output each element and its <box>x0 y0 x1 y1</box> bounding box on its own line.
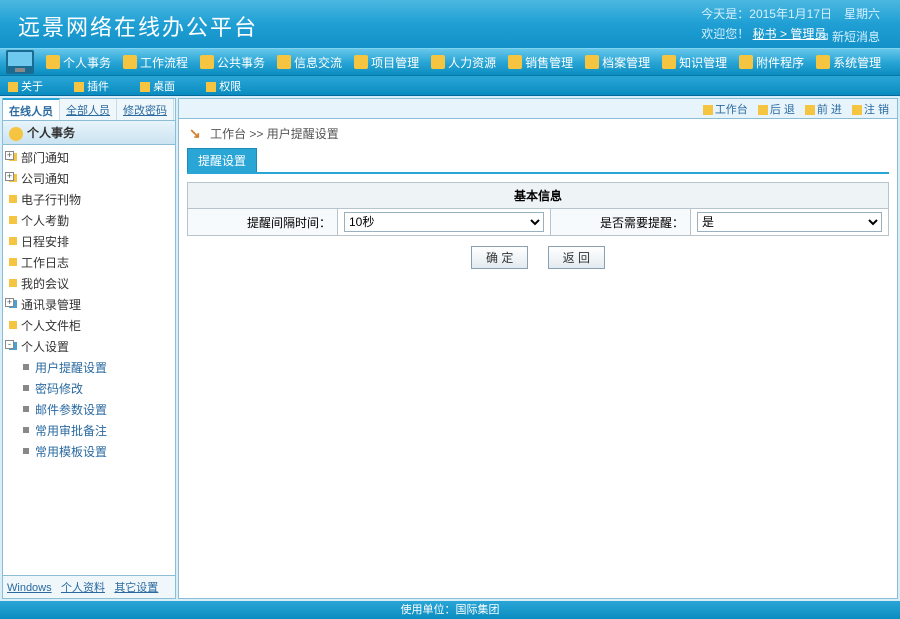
nav-icon <box>46 55 60 69</box>
nav-info[interactable]: 信息交流 <box>271 49 348 75</box>
rb-back[interactable]: 后 退 <box>758 101 795 117</box>
nav-icon <box>816 55 830 69</box>
user-role-link[interactable]: 秘书 > 管理员 <box>753 27 827 41</box>
main-panel: 工作台 后 退 前 进 注 销 ↘ 工作台 >> 用户提醒设置 提醒设置 基本信… <box>178 98 898 599</box>
sidebar-tabs: 在线人员 全部人员 修改密码 <box>3 99 175 121</box>
rb-logout[interactable]: 注 销 <box>852 101 889 117</box>
nav-system[interactable]: 系统管理 <box>810 49 887 75</box>
nav-icon <box>585 55 599 69</box>
back-button[interactable]: 返 回 <box>548 246 605 269</box>
tree-dept-notice[interactable]: +部门通知 <box>7 147 175 168</box>
table-header: 基本信息 <box>188 183 889 209</box>
home-icon <box>703 105 713 115</box>
nav-project[interactable]: 项目管理 <box>348 49 425 75</box>
header-banner: 远景网络在线办公平台 今天是：2015年1月17日 星期六 欢迎您！ 秘书 > … <box>0 0 900 48</box>
divider <box>187 172 889 174</box>
nav-attach[interactable]: 附件程序 <box>733 49 810 75</box>
back-icon <box>758 105 768 115</box>
nav-icon <box>277 55 291 69</box>
sidebar-tab-pw[interactable]: 修改密码 <box>117 99 174 120</box>
ok-button[interactable]: 确 定 <box>471 246 528 269</box>
nav-sales[interactable]: 销售管理 <box>502 49 579 75</box>
breadcrumb: ↘ 工作台 >> 用户提醒设置 <box>179 119 897 148</box>
right-toolbar: 工作台 后 退 前 进 注 销 <box>179 99 897 119</box>
tree-worklog[interactable]: 工作日志 <box>7 252 175 273</box>
sb-windows[interactable]: Windows <box>7 582 52 594</box>
tree-template-settings[interactable]: 常用模板设置 <box>7 441 175 462</box>
sidebar-tab-online[interactable]: 在线人员 <box>3 98 60 120</box>
tree-mail-params[interactable]: 邮件参数设置 <box>7 399 175 420</box>
main-nav: 个人事务 工作流程 公共事务 信息交流 项目管理 人力资源 销售管理 档案管理 … <box>0 48 900 76</box>
subbar-plugin[interactable]: 插件 <box>74 81 123 93</box>
nav-workflow[interactable]: 工作流程 <box>117 49 194 75</box>
person-icon <box>9 127 23 141</box>
tree-ezine[interactable]: 电子行刊物 <box>7 189 175 210</box>
rb-forward[interactable]: 前 进 <box>805 101 842 117</box>
sidebar: 在线人员 全部人员 修改密码 个人事务 +部门通知 +公司通知 电子行刊物 个人… <box>2 98 176 599</box>
sidebar-heading: 个人事务 <box>3 121 175 145</box>
nav-hr[interactable]: 人力资源 <box>425 49 502 75</box>
tree-company-notice[interactable]: +公司通知 <box>7 168 175 189</box>
new-message-link[interactable]: ✉ 新短消息 <box>819 28 880 45</box>
sidebar-tree: +部门通知 +公司通知 电子行刊物 个人考勤 日程安排 工作日志 我的会议 +通… <box>3 145 175 575</box>
settings-table: 基本信息 提醒间隔时间： 10秒 是否需要提醒： 是 <box>187 182 889 236</box>
tree-attendance[interactable]: 个人考勤 <box>7 210 175 231</box>
sidebar-bottom: Windows 个人资料 其它设置 <box>3 575 175 598</box>
footer: 使用单位：国际集团 <box>0 601 900 619</box>
rb-workspace[interactable]: 工作台 <box>703 101 748 117</box>
nav-knowledge[interactable]: 知识管理 <box>656 49 733 75</box>
tab-reminder-settings[interactable]: 提醒设置 <box>187 148 257 172</box>
tree-password-change[interactable]: 密码修改 <box>7 378 175 399</box>
nav-icon <box>354 55 368 69</box>
arrow-icon: ↘ <box>189 125 201 141</box>
forward-icon <box>805 105 815 115</box>
tree-meeting[interactable]: 我的会议 <box>7 273 175 294</box>
logout-icon <box>852 105 862 115</box>
need-remind-label: 是否需要提醒： <box>551 209 691 236</box>
nav-personal[interactable]: 个人事务 <box>40 49 117 75</box>
need-remind-select[interactable]: 是 <box>697 212 882 232</box>
nav-icon <box>508 55 522 69</box>
subbar-desktop[interactable]: 桌面 <box>140 81 189 93</box>
nav-icon <box>123 55 137 69</box>
nav-public[interactable]: 公共事务 <box>194 49 271 75</box>
monitor-icon <box>6 50 34 74</box>
tree-filebox[interactable]: 个人文件柜 <box>7 315 175 336</box>
tree-personal-settings[interactable]: -个人设置 <box>7 336 175 357</box>
sb-other[interactable]: 其它设置 <box>114 582 158 594</box>
nav-icon <box>431 55 445 69</box>
sb-profile[interactable]: 个人资料 <box>61 582 105 594</box>
tree-reminder-settings[interactable]: 用户提醒设置 <box>7 357 175 378</box>
sub-bar: 关于 插件 桌面 权限 <box>0 76 900 96</box>
nav-icon <box>662 55 676 69</box>
interval-select[interactable]: 10秒 <box>344 212 544 232</box>
nav-icon <box>200 55 214 69</box>
nav-archive[interactable]: 档案管理 <box>579 49 656 75</box>
subbar-perm[interactable]: 权限 <box>206 81 255 93</box>
current-date: 今天是：2015年1月17日 星期六 <box>701 5 880 23</box>
interval-label: 提醒间隔时间： <box>188 209 338 236</box>
tree-contacts[interactable]: +通讯录管理 <box>7 294 175 315</box>
nav-icon <box>739 55 753 69</box>
tree-schedule[interactable]: 日程安排 <box>7 231 175 252</box>
subbar-about[interactable]: 关于 <box>8 81 57 93</box>
tree-approval-notes[interactable]: 常用审批备注 <box>7 420 175 441</box>
sidebar-tab-all[interactable]: 全部人员 <box>60 99 117 120</box>
